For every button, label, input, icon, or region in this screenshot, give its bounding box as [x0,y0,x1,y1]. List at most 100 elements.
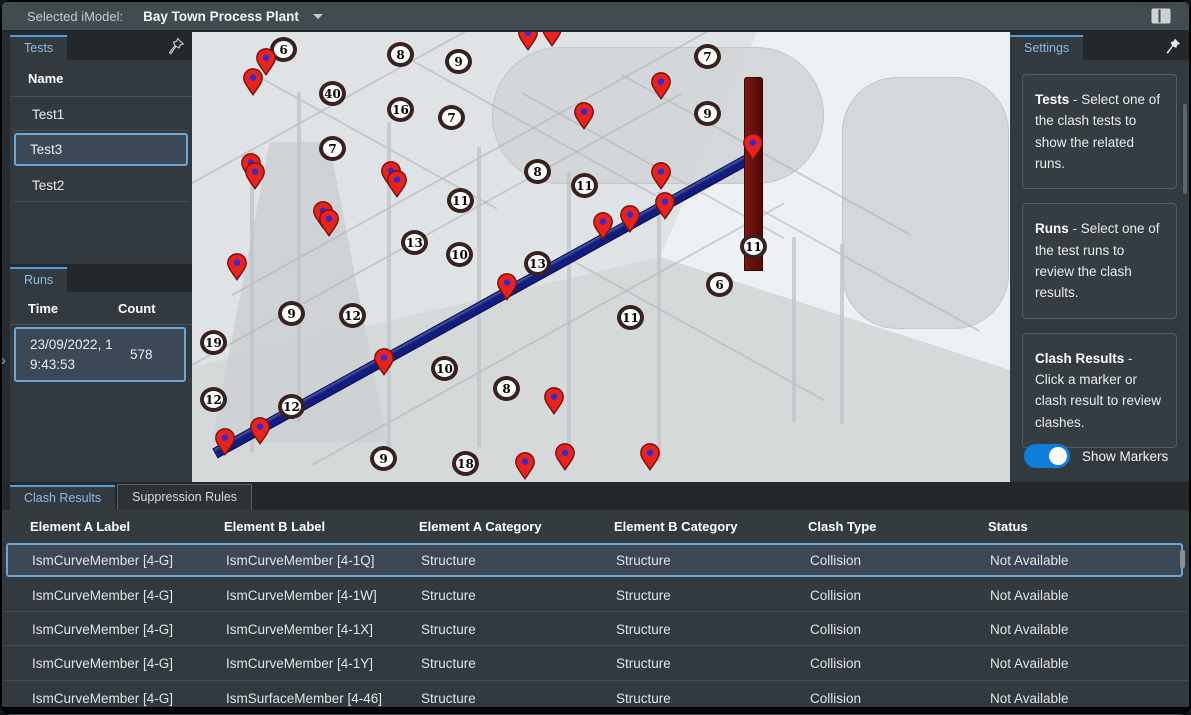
pin-icon-filled[interactable] [1163,37,1181,55]
pin-icon[interactable] [166,37,184,55]
imodel-select[interactable]: Bay Town Process Plant [137,8,329,25]
structure-column [792,237,796,422]
table-row[interactable]: IsmCurveMember [4-G]IsmCurveMember [4-1Q… [6,543,1183,577]
table-cell: IsmCurveMember [4-G] [32,588,226,603]
column-header-element-a-category: Element A Category [419,519,614,534]
show-markers-toggle[interactable] [1024,444,1070,468]
results-table-body: IsmCurveMember [4-G]IsmCurveMember [4-1Q… [2,543,1189,715]
run-time: 23/09/2022, 19:43:53 [30,335,116,374]
runs-time-header: Time [28,301,118,316]
cluster-marker[interactable]: 16 [387,97,414,122]
structure-column [567,172,571,462]
clash-pin-marker[interactable] [214,428,236,456]
tests-row-test3[interactable]: Test3 [14,133,188,166]
runs-list: 23/09/2022, 19:43:53578 [10,327,192,382]
cluster-marker[interactable]: 9 [370,446,397,471]
runs-count-header: Count [118,301,156,316]
tab-runs[interactable]: Runs [10,267,67,293]
cluster-marker[interactable]: 9 [445,49,472,74]
settings-scrollbar[interactable] [1183,104,1187,194]
clash-pin-marker[interactable] [244,162,266,190]
structure-column [840,244,844,424]
cluster-marker[interactable]: 6 [706,272,733,297]
tab-clash-results[interactable]: Clash Results [10,485,115,511]
cluster-marker[interactable]: 12 [200,387,227,412]
clash-pin-marker[interactable] [554,443,576,471]
chevron-down-icon [313,14,323,19]
results-scrollbar[interactable] [1180,550,1185,568]
cluster-marker[interactable]: 8 [493,376,520,401]
cluster-marker[interactable]: 13 [401,230,428,255]
runs-tabbar: Runs [10,264,192,292]
structure-column [657,192,661,462]
clash-pin-marker[interactable] [373,348,395,376]
cluster-marker[interactable]: 8 [387,42,414,67]
clash-pin-marker[interactable] [386,170,408,198]
cluster-marker[interactable]: 7 [438,105,465,130]
tests-row-test1[interactable]: Test1 [12,97,190,131]
cluster-marker[interactable]: 11 [447,188,474,213]
cluster-marker[interactable]: 8 [524,159,551,184]
tab-suppression-rules[interactable]: Suppression Rules [117,484,252,510]
clash-pin-marker[interactable] [650,162,672,190]
runs-row[interactable]: 23/09/2022, 19:43:53578 [14,327,186,382]
table-row[interactable]: IsmCurveMember [4-G]IsmCurveMember [4-1Y… [2,646,1189,680]
cluster-marker[interactable]: 13 [524,251,551,276]
tests-row-test2[interactable]: Test2 [12,168,190,202]
tab-settings[interactable]: Settings [1010,35,1083,61]
runs-panel: Runs Time Count 23/09/2022, 19:43:53578 [10,264,192,482]
clash-pin-marker[interactable] [639,443,661,471]
cluster-marker[interactable]: 18 [452,451,479,476]
clash-results-panel: Clash ResultsSuppression Rules Element A… [2,482,1189,707]
table-cell: Structure [616,622,810,637]
cluster-marker[interactable]: 12 [278,394,305,419]
table-row[interactable]: IsmCurveMember [4-G]IsmCurveMember [4-1X… [2,612,1189,646]
clash-pin-marker[interactable] [318,209,340,237]
cluster-marker[interactable]: 7 [694,44,721,69]
cluster-marker[interactable]: 7 [319,136,346,161]
model-viewport[interactable]: 6894016779781111131013119121910121286119… [192,32,1010,482]
clash-pin-marker[interactable] [619,205,641,233]
imodel-value: Bay Town Process Plant [143,9,299,24]
clash-pin-marker[interactable] [517,32,539,51]
cluster-marker[interactable]: 11 [571,173,598,198]
expand-chevron-icon[interactable]: › [1,352,6,369]
clash-pin-marker[interactable] [249,417,271,445]
app-content: Selected iModel: Bay Town Process Plant … [2,2,1189,707]
clash-pin-marker[interactable] [496,273,518,301]
table-cell: Collision [810,588,990,603]
cluster-marker[interactable]: 11 [740,234,767,259]
tests-tabbar: Tests [10,32,192,60]
cluster-marker[interactable]: 11 [617,305,644,330]
panel-layout-icon[interactable] [1151,8,1171,24]
results-tabbar: Clash ResultsSuppression Rules [2,482,1189,510]
clash-pin-marker[interactable] [654,192,676,220]
clash-pin-marker[interactable] [242,68,264,96]
cluster-marker[interactable]: 9 [694,101,721,126]
clash-pin-marker[interactable] [650,72,672,100]
cluster-marker[interactable]: 10 [446,242,473,267]
tab-tests[interactable]: Tests [10,35,67,61]
settings-tabbar: Settings [1010,32,1189,60]
cluster-marker[interactable]: 19 [200,330,227,355]
table-cell: Collision [810,656,990,671]
table-cell: IsmCurveMember [4-1X] [226,622,421,637]
table-cell: IsmCurveMember [4-G] [32,656,226,671]
clash-pin-marker[interactable] [742,133,764,161]
clash-pin-marker[interactable] [573,102,595,130]
clash-pin-marker[interactable] [541,32,563,47]
table-cell: Structure [421,553,616,568]
cluster-marker[interactable]: 10 [431,356,458,381]
table-row[interactable]: IsmCurveMember [4-G]IsmSurfaceMember [4-… [2,681,1189,715]
cluster-marker[interactable]: 40 [319,81,346,106]
cluster-marker[interactable]: 9 [278,301,305,326]
clash-pin-marker[interactable] [543,387,565,415]
table-cell: IsmCurveMember [4-G] [32,691,226,706]
table-row[interactable]: IsmCurveMember [4-G]IsmCurveMember [4-1W… [2,577,1189,611]
cluster-marker[interactable]: 12 [339,303,366,328]
clash-pin-marker[interactable] [226,253,248,281]
table-cell: IsmCurveMember [4-G] [32,622,226,637]
clash-pin-marker[interactable] [514,452,536,480]
column-header-clash-type: Clash Type [808,519,988,534]
clash-pin-marker[interactable] [592,212,614,240]
